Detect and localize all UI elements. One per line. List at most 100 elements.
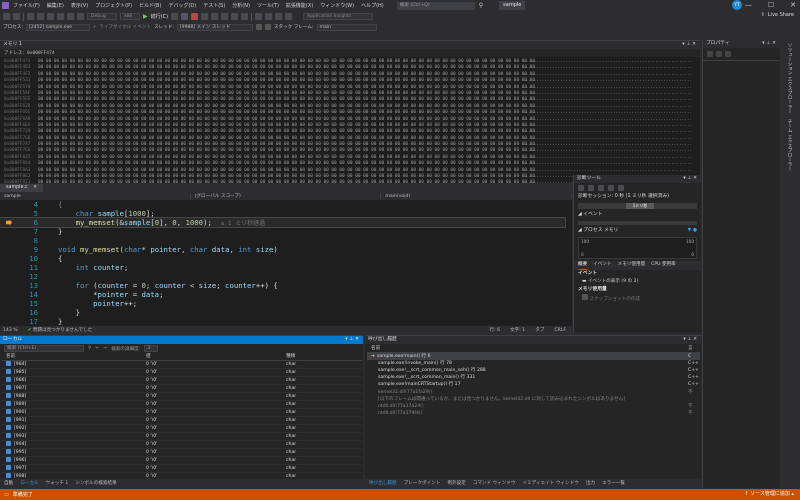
- step-out-icon[interactable]: [241, 13, 249, 20]
- table-row[interactable]: [992] 0 '\0' char: [2, 424, 362, 433]
- local-value[interactable]: 0 '\0': [142, 440, 282, 449]
- menu-item[interactable]: ビルド(B): [139, 2, 161, 9]
- minimize-icon[interactable]: —: [745, 1, 752, 9]
- thread-dropdown[interactable]: [9988] メイン スレッド: [176, 23, 253, 31]
- redo-icon[interactable]: [77, 13, 84, 20]
- memory-hex[interactable]: 00 00 00 00 00 00 00 00 00 00 00 00 00 0…: [38, 174, 535, 179]
- issues-status[interactable]: 問題は見つかりませんでした: [33, 328, 92, 333]
- tab-mode[interactable]: タブ: [535, 327, 544, 333]
- forward-icon[interactable]: [13, 13, 20, 20]
- memory-hex[interactable]: 00 00 00 00 00 00 00 00 00 00 00 00 00 0…: [38, 136, 535, 141]
- bottom-tab[interactable]: ウォッチ 1: [46, 479, 69, 488]
- code-line[interactable]: 6 my_memset(&sample[0], 0, 1000); ≤ 1 ミリ…: [0, 217, 566, 228]
- undo-icon[interactable]: [67, 13, 74, 20]
- table-row[interactable]: [以下のフレームは間違っているか、または見つかりません。kernel32.dll…: [367, 396, 700, 403]
- table-row[interactable]: [988] 0 '\0' char: [2, 392, 362, 401]
- code-line[interactable]: 11 int counter;: [0, 263, 565, 272]
- process-dropdown[interactable]: [2452] sample.exe: [25, 23, 90, 31]
- table-row[interactable]: ➜ sample.exe!main() 行 6 C: [367, 352, 700, 360]
- local-value[interactable]: 0 '\0': [142, 360, 282, 369]
- bottom-tab[interactable]: 呼び出し履歴: [369, 479, 397, 488]
- table-row[interactable]: sample.exe!__scrt_common_main_seh() 行 28…: [367, 367, 700, 374]
- column-name[interactable]: 名前: [367, 344, 684, 353]
- close-icon[interactable]: ✕: [33, 185, 37, 190]
- table-row[interactable]: [986] 0 '\0' char: [2, 376, 362, 385]
- project-dropdown[interactable]: sample: [0, 193, 191, 199]
- thread-flag-icon[interactable]: [264, 24, 271, 30]
- memory-hex[interactable]: 00 00 00 00 00 00 00 00 00 00 00 00 00 0…: [38, 123, 535, 128]
- code-line[interactable]: 5 char sample[1000];: [0, 209, 565, 218]
- take-snapshot-button[interactable]: スナップショットの作成: [574, 294, 701, 304]
- memory-hex[interactable]: 00 00 00 00 00 00 00 00 00 00 00 00 00 0…: [38, 85, 535, 90]
- local-value[interactable]: 0 '\0': [142, 384, 282, 393]
- close-icon[interactable]: ✕: [692, 42, 696, 47]
- column-value[interactable]: 値: [142, 353, 282, 361]
- reset-zoom-icon[interactable]: [618, 185, 624, 191]
- memory-hex[interactable]: 00 00 00 00 00 00 00 00 00 00 00 00 00 0…: [38, 104, 535, 109]
- memory-hex[interactable]: 00 00 00 00 00 00 00 00 00 00 00 00 00 0…: [38, 91, 535, 96]
- code-line[interactable]: 4{: [0, 200, 565, 209]
- lifecycle-events-button[interactable]: ライフサイクル イベント: [99, 24, 151, 30]
- step-over-icon[interactable]: [231, 13, 239, 20]
- table-row[interactable]: [995] 0 '\0' char: [2, 448, 362, 457]
- menu-item[interactable]: ヘルプ(H): [361, 2, 384, 9]
- tab-team-explorer[interactable]: チーム エクスプローラー: [781, 116, 797, 174]
- property-pages-icon[interactable]: [725, 51, 731, 57]
- dropdown-icon[interactable]: ▾: [683, 337, 685, 342]
- close-icon[interactable]: ✕: [790, 1, 796, 9]
- scope-dropdown[interactable]: (グローバル スコープ): [191, 193, 382, 199]
- restart-icon[interactable]: [201, 13, 209, 20]
- search-depth-dropdown[interactable]: 3: [144, 345, 159, 352]
- table-row[interactable]: [987] 0 '\0' char: [2, 384, 362, 393]
- back-icon[interactable]: ←: [95, 346, 99, 351]
- pause-icon[interactable]: [181, 13, 189, 20]
- back-icon[interactable]: [3, 13, 10, 20]
- search-icon[interactable]: ⚲: [479, 2, 483, 9]
- table-row[interactable]: [993] 0 '\0' char: [2, 432, 362, 441]
- table-row[interactable]: [989] 0 '\0' char: [2, 400, 362, 409]
- code-line[interactable]: 15 pointer++;: [0, 299, 565, 308]
- bookmark-icon[interactable]: [275, 13, 283, 20]
- pin-icon[interactable]: ⊥: [349, 337, 353, 342]
- save-session-icon[interactable]: [588, 185, 594, 191]
- table-row[interactable]: [996] 0 '\0' char: [2, 456, 362, 465]
- avatar[interactable]: YT: [732, 0, 742, 10]
- table-row[interactable]: [997] 0 '\0' char: [2, 464, 362, 473]
- menu-item[interactable]: デバッグ(D): [168, 2, 196, 9]
- bottom-tab[interactable]: 例外設定: [447, 479, 465, 488]
- tab-memory-usage[interactable]: メモリ使用量: [618, 261, 646, 270]
- close-icon[interactable]: ✕: [772, 41, 776, 46]
- new-project-icon[interactable]: [27, 13, 34, 20]
- table-row[interactable]: [985] 0 '\0' char: [2, 368, 362, 377]
- dropdown-icon[interactable]: ▾: [682, 42, 684, 47]
- tab-events[interactable]: イベント: [593, 261, 611, 270]
- bottom-tab[interactable]: イミディエイト ウィンドウ: [523, 479, 579, 488]
- menu-item[interactable]: ツール(T): [257, 2, 279, 9]
- hot-reload-icon[interactable]: [171, 13, 179, 20]
- platform-dropdown[interactable]: x86: [120, 13, 140, 20]
- code-line[interactable]: 7}: [0, 227, 565, 236]
- table-row[interactable]: kernel32.dll!77a1fa29() 不: [367, 389, 700, 396]
- timeline[interactable]: 1ミリ秒: [578, 203, 697, 209]
- local-value[interactable]: 0 '\0': [142, 424, 282, 433]
- menu-item[interactable]: ファイル(F): [13, 2, 40, 9]
- zoom-dropdown[interactable]: 143 %: [3, 328, 18, 333]
- menu-item[interactable]: テスト(S): [203, 2, 225, 9]
- column-name[interactable]: 名前: [2, 353, 142, 361]
- save-icon[interactable]: [47, 13, 54, 20]
- code-line[interactable]: 9 void my_memset(char* pointer, char data…: [0, 245, 565, 254]
- bottom-tab[interactable]: エラー一覧: [602, 479, 625, 488]
- show-next-statement-icon[interactable]: [211, 13, 219, 20]
- select-tools-icon[interactable]: [578, 185, 584, 191]
- pin-icon[interactable]: ⊥: [766, 41, 770, 46]
- memory-hex[interactable]: 00 00 00 00 00 00 00 00 00 00 00 00 00 0…: [38, 59, 535, 64]
- menu-item[interactable]: 拡張機能(X): [286, 2, 313, 9]
- memory-address-input[interactable]: 0x008FF474: [27, 51, 55, 56]
- local-value[interactable]: 0 '\0': [142, 416, 282, 425]
- memory-hex[interactable]: 00 00 00 00 00 00 00 00 00 00 00 00 00 0…: [38, 148, 535, 153]
- local-value[interactable]: 0 '\0': [142, 368, 282, 377]
- thread-filter-icon[interactable]: [255, 24, 262, 30]
- menu-item[interactable]: 分析(N): [232, 2, 250, 9]
- comment-icon[interactable]: [255, 13, 263, 20]
- code-line[interactable]: 13 for (counter = 0; counter < size; cou…: [0, 281, 565, 290]
